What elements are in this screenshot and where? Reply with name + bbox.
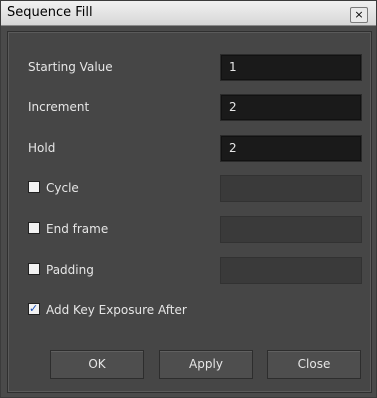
- cycle-checkbox[interactable]: [28, 181, 40, 193]
- increment-text: 2: [229, 100, 237, 114]
- cycle-label: Cycle: [46, 181, 79, 195]
- apply-button[interactable]: Apply: [159, 350, 253, 379]
- sequence-fill-dialog: Sequence Fill × Starting Value 1 Increme…: [0, 0, 377, 398]
- end-frame-row: End frame: [20, 216, 362, 243]
- hold-row: Hold 2: [20, 135, 362, 162]
- hold-input[interactable]: 2: [220, 135, 362, 162]
- padding-input: [220, 257, 362, 284]
- padding-checkbox[interactable]: [28, 263, 40, 275]
- add-key-exposure-checkbox[interactable]: [28, 302, 40, 315]
- dialog-title: Sequence Fill: [7, 5, 93, 20]
- close-icon: ×: [354, 8, 364, 21]
- ok-button[interactable]: OK: [50, 350, 144, 379]
- hold-label: Hold: [28, 141, 56, 155]
- hold-text: 2: [229, 141, 237, 155]
- end-frame-checkbox[interactable]: [28, 222, 40, 234]
- padding-row: Padding: [20, 257, 362, 284]
- window-close-button[interactable]: ×: [350, 7, 368, 23]
- starting-value-label: Starting Value: [28, 60, 113, 74]
- close-button[interactable]: Close: [267, 350, 361, 379]
- starting-value-text: 1: [229, 60, 237, 74]
- increment-row: Increment 2: [20, 94, 362, 121]
- starting-value-input[interactable]: 1: [220, 54, 362, 81]
- add-key-exposure-row: Add Key Exposure After: [20, 297, 360, 323]
- dialog-body: Starting Value 1 Increment 2 Hold 2 Cycl…: [7, 31, 372, 393]
- increment-input[interactable]: 2: [220, 94, 362, 121]
- add-key-exposure-label: Add Key Exposure After: [46, 303, 187, 317]
- end-frame-input: [220, 216, 362, 243]
- end-frame-label: End frame: [46, 222, 109, 236]
- title-bar: Sequence Fill ×: [1, 1, 376, 26]
- starting-value-row: Starting Value 1: [20, 54, 362, 81]
- padding-label: Padding: [46, 263, 94, 277]
- cycle-input: [220, 175, 362, 202]
- cycle-row: Cycle: [20, 175, 362, 202]
- increment-label: Increment: [28, 100, 90, 114]
